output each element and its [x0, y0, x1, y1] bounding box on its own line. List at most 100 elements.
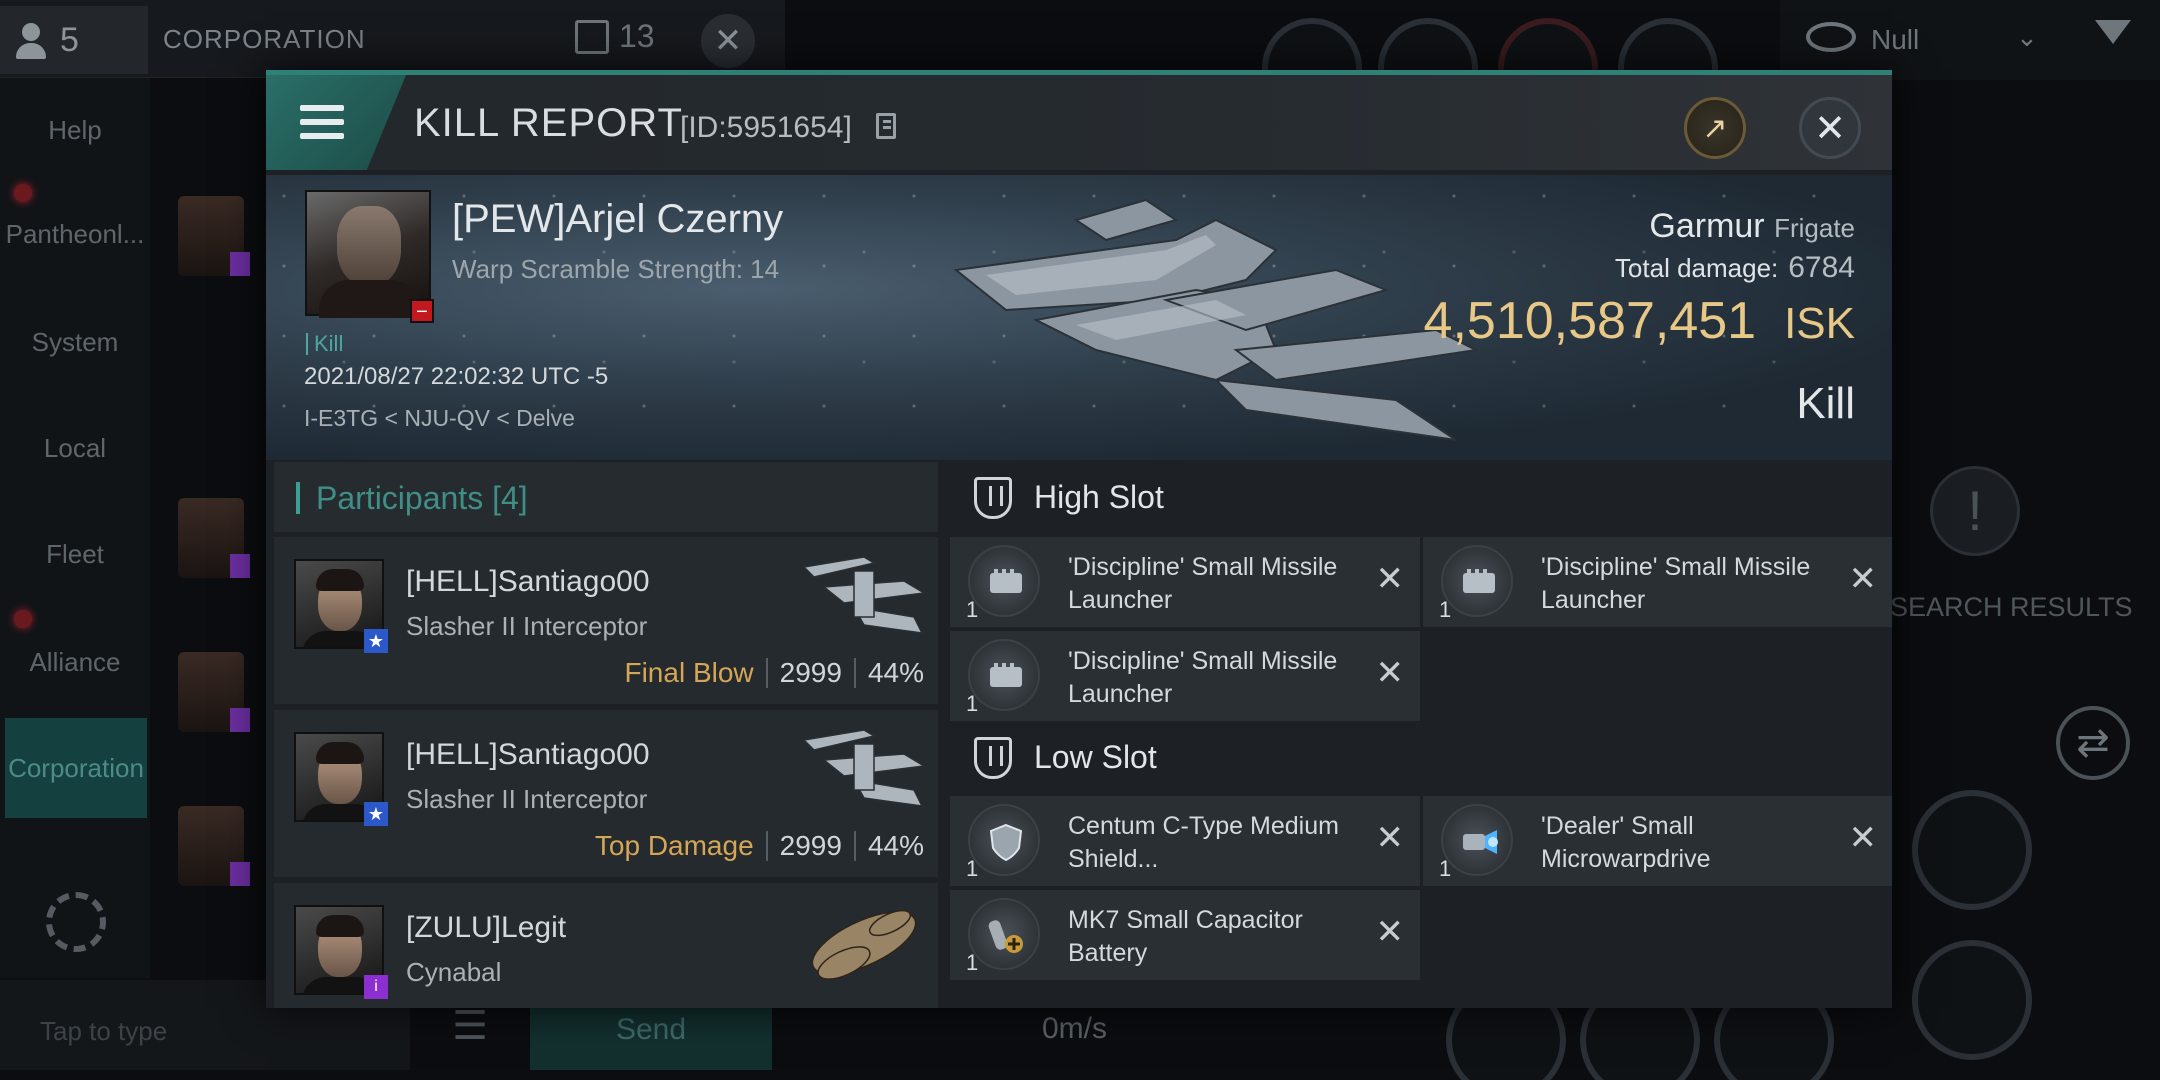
fitted-item[interactable]: 1 'Discipline' Small Missile Launcher ✕	[950, 537, 1420, 627]
missile-launcher-icon	[968, 545, 1040, 617]
participants-title: Participants	[316, 480, 484, 516]
isk-label: ISK	[1784, 299, 1855, 348]
victim-name[interactable]: [PEW]Arjel Czerny	[452, 197, 783, 242]
item-name: 'Discipline' Small Missile Launcher	[1068, 647, 1338, 708]
chat-avatar[interactable]	[178, 498, 250, 578]
person-icon	[14, 21, 48, 59]
fitted-item[interactable]: 1 'Discipline' Small Missile Launcher ✕	[950, 631, 1420, 721]
victim-ship[interactable]: Garmur Frigate	[1649, 207, 1855, 246]
ship-class: Frigate	[1774, 213, 1855, 243]
people-count[interactable]: 5	[0, 6, 148, 74]
nav-system[interactable]: System	[0, 292, 150, 392]
warp-scramble-strength: Warp Scramble Strength: 14	[452, 254, 780, 284]
participant-row[interactable]: i [ZULU]Legit Cynabal	[274, 883, 938, 1008]
participant-percent: 44%	[867, 830, 924, 861]
item-name: MK7 Small Capacitor Battery	[1068, 906, 1303, 967]
hostile-standing-icon: −	[410, 299, 434, 323]
kill-tag: Kill	[306, 333, 343, 355]
item-name: 'Discipline' Small Missile Launcher	[1541, 553, 1811, 614]
top-damage-tag: Top Damage	[594, 830, 754, 861]
participant-stats: Final Blow 2999 44%	[624, 657, 924, 689]
total-damage: Total damage: 6784	[1615, 251, 1855, 285]
star-icon: ★	[364, 802, 388, 826]
chat-menu-button[interactable]: ☰	[425, 1003, 515, 1063]
corp-member-icon: i	[364, 975, 388, 999]
isk-amount: 4,510,587,451	[1423, 292, 1757, 350]
high-slot-header: High Slot	[950, 465, 1880, 529]
message-count[interactable]: 13	[575, 18, 655, 55]
destroyed-x-icon: ✕	[1375, 819, 1405, 857]
slasher-ship-image	[802, 556, 927, 634]
copy-icon[interactable]	[876, 113, 896, 139]
destroyed-x-icon: ✕	[1848, 819, 1878, 857]
missile-launcher-icon	[968, 639, 1040, 711]
filter-icon[interactable]	[2095, 20, 2131, 44]
participant-ship: Cynabal	[406, 957, 502, 987]
chat-avatar[interactable]	[178, 806, 250, 886]
fitted-item[interactable]: 1 Centum C-Type Medium Shield... ✕	[950, 796, 1420, 886]
search-results-label: SEARCH RESULTS	[1890, 592, 2133, 622]
item-quantity: 1	[1439, 597, 1452, 622]
menu-button[interactable]	[266, 75, 406, 170]
item-name: 'Dealer' Small Microwarpdrive	[1541, 812, 1711, 873]
low-slot-title: Low Slot	[1034, 739, 1157, 775]
gear-icon[interactable]	[46, 892, 106, 952]
participant-ship: Slasher II Interceptor	[406, 611, 648, 641]
isk-value: 4,510,587,451 ISK	[1424, 291, 1855, 351]
nav-local[interactable]: Local	[0, 398, 150, 498]
close-icon: ✕	[1814, 107, 1846, 150]
kill-report-id: [ID:5951654]	[680, 111, 852, 144]
overview-filter-value[interactable]: Null	[1871, 24, 1919, 56]
module-slot-icon[interactable]	[1912, 940, 2032, 1060]
kill-result: Kill	[1796, 379, 1855, 428]
nav-fleet[interactable]: Fleet	[0, 504, 150, 604]
alert-icon: !	[1930, 466, 2020, 556]
share-button[interactable]: ↗	[1684, 97, 1746, 159]
speed-readout: 0m/s	[1042, 1012, 1108, 1045]
module-slot-icon[interactable]	[1912, 790, 2032, 910]
total-damage-value: 6784	[1788, 251, 1855, 284]
swap-icon[interactable]: ⇄	[2056, 706, 2130, 780]
kill-report-modal: KILL REPORT [ID:5951654] ↗ ✕ − [PEW]Arje…	[266, 70, 1892, 1008]
eye-icon	[1806, 22, 1856, 52]
participant-row[interactable]: ★ [HELL]Santiago00 Slasher II Intercepto…	[274, 710, 938, 877]
participant-damage: 2999	[779, 830, 842, 861]
item-name: 'Discipline' Small Missile Launcher	[1068, 553, 1338, 614]
nav-pantheon[interactable]: Pantheonl...	[0, 184, 150, 284]
destroyed-x-icon: ✕	[1375, 560, 1405, 598]
nav-help[interactable]: Help	[0, 80, 150, 180]
participants-count: [4]	[492, 480, 528, 516]
participant-row[interactable]: ★ [HELL]Santiago00 Slasher II Intercepto…	[274, 537, 938, 704]
item-quantity: 1	[1439, 856, 1452, 881]
fitted-item[interactable]: 1 'Discipline' Small Missile Launcher ✕	[1423, 537, 1892, 627]
message-icon	[575, 19, 609, 54]
chat-avatar[interactable]	[178, 196, 250, 276]
star-icon: ★	[364, 629, 388, 653]
kill-datetime: 2021/08/27 22:02:32 UTC -5	[304, 363, 609, 390]
kill-report-title: KILL REPORT	[414, 101, 683, 145]
close-button[interactable]: ✕	[1799, 97, 1861, 159]
nav-corporation[interactable]: Corporation	[5, 718, 147, 818]
fitted-item[interactable]: 1 MK7 Small Capacitor Battery ✕	[950, 890, 1420, 980]
high-slot-title: High Slot	[1034, 479, 1164, 515]
capacitor-battery-icon	[968, 898, 1040, 970]
participants-header: Participants [4]	[274, 462, 938, 532]
cynabal-ship-image	[811, 909, 917, 980]
nav-alliance[interactable]: Alliance	[0, 612, 150, 712]
fitted-item[interactable]: 1 'Dealer' Small Microwarpdrive ✕	[1423, 796, 1892, 886]
total-damage-label: Total damage:	[1614, 253, 1779, 283]
participant-name: [ZULU]Legit	[406, 911, 567, 944]
victim-portrait[interactable]	[305, 190, 431, 318]
people-count-value: 5	[60, 20, 79, 59]
item-quantity: 1	[966, 856, 979, 881]
participant-name: [HELL]Santiago00	[406, 738, 650, 771]
chat-avatar[interactable]	[178, 652, 250, 732]
kill-location[interactable]: I-E3TG < NJU-QV < Delve	[304, 405, 575, 432]
participant-damage: 2999	[779, 657, 842, 688]
high-slot-icon	[974, 477, 1012, 519]
item-name: Centum C-Type Medium Shield...	[1068, 812, 1339, 873]
chevron-down-icon[interactable]: ⌄	[2016, 22, 2038, 53]
participant-ship: Slasher II Interceptor	[406, 784, 648, 814]
corporation-close-button[interactable]: ✕	[701, 14, 755, 68]
low-slot-header: Low Slot	[950, 725, 1880, 789]
